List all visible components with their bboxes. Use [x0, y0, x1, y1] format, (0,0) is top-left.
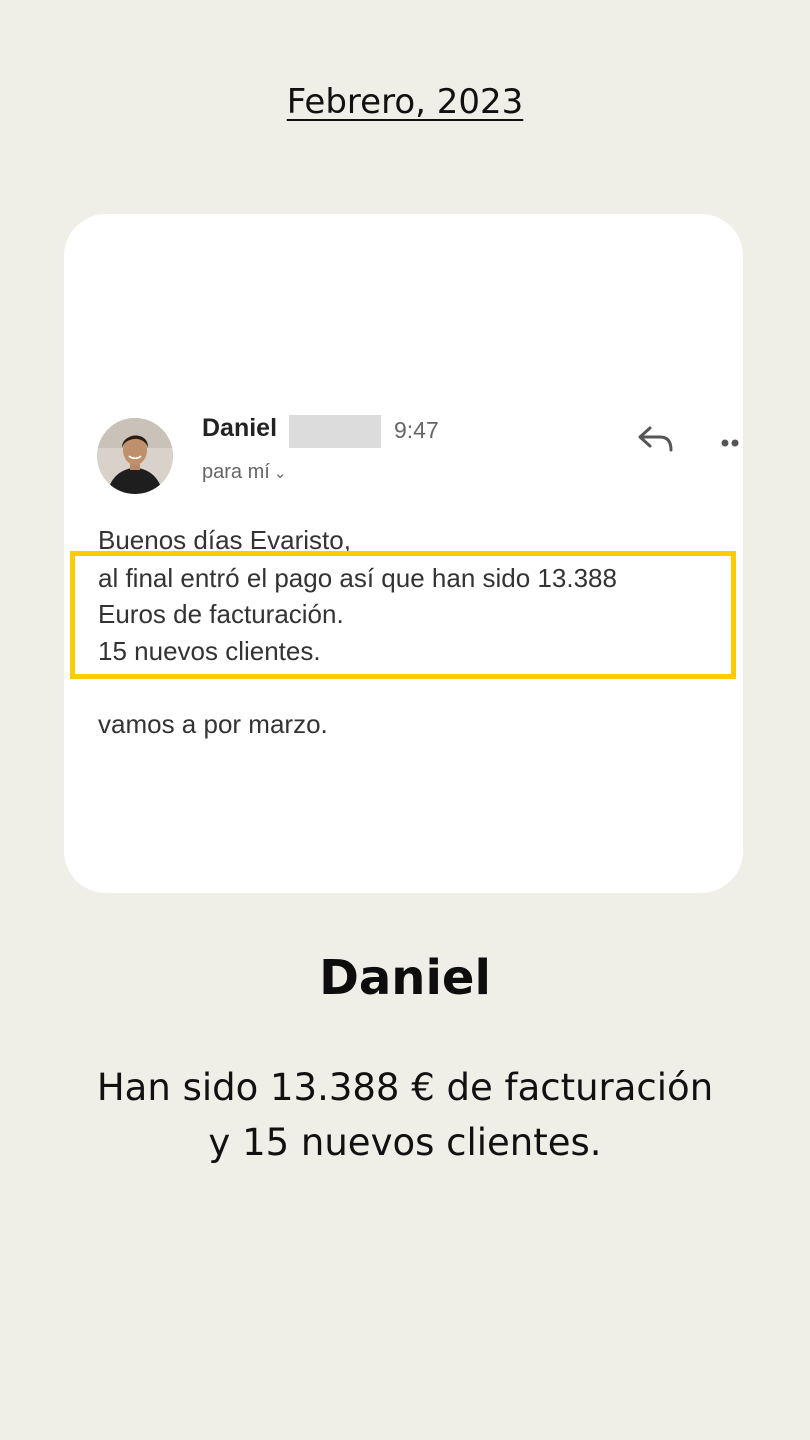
email-screenshot: Daniel 9:47 para mí ⌄ Buenos días Evarist… — [64, 214, 743, 893]
email-greeting: Buenos días Evaristo, — [98, 525, 351, 555]
recipient-toggle[interactable]: para mí ⌄ — [202, 461, 286, 484]
testimonial-page: Febrero, 2023 Daniel 9:47 para mí ⌄ Buen… — [0, 0, 810, 1440]
more-icon[interactable] — [720, 434, 743, 447]
recipient-label: para mí — [202, 461, 270, 483]
email-time: 9:47 — [394, 417, 439, 443]
chevron-down-icon: ⌄ — [273, 465, 287, 482]
testimonial-summary: Han sido 13.388 € de facturación y 15 nu… — [0, 1060, 810, 1170]
testimonial-name: Daniel — [319, 950, 491, 1006]
sender-name: Daniel — [202, 414, 278, 442]
summary-line-2: y 15 nuevos clientes. — [208, 1121, 602, 1164]
date-header: Febrero, 2023 — [286, 82, 524, 122]
reply-icon[interactable] — [636, 422, 676, 456]
summary-line-1: Han sido 13.388 € de facturación — [96, 1066, 714, 1109]
avatar — [97, 418, 173, 494]
redacted-surname — [289, 415, 381, 448]
email-body-line: al final entró el pago así que han sido … — [98, 563, 617, 593]
email-card: Daniel 9:47 para mí ⌄ Buenos días Evarist… — [64, 214, 743, 893]
email-body-line: 15 nuevos clientes. — [98, 636, 321, 666]
email-body-line: Euros de facturación. — [98, 599, 344, 629]
email-closing: vamos a por marzo. — [98, 709, 328, 739]
